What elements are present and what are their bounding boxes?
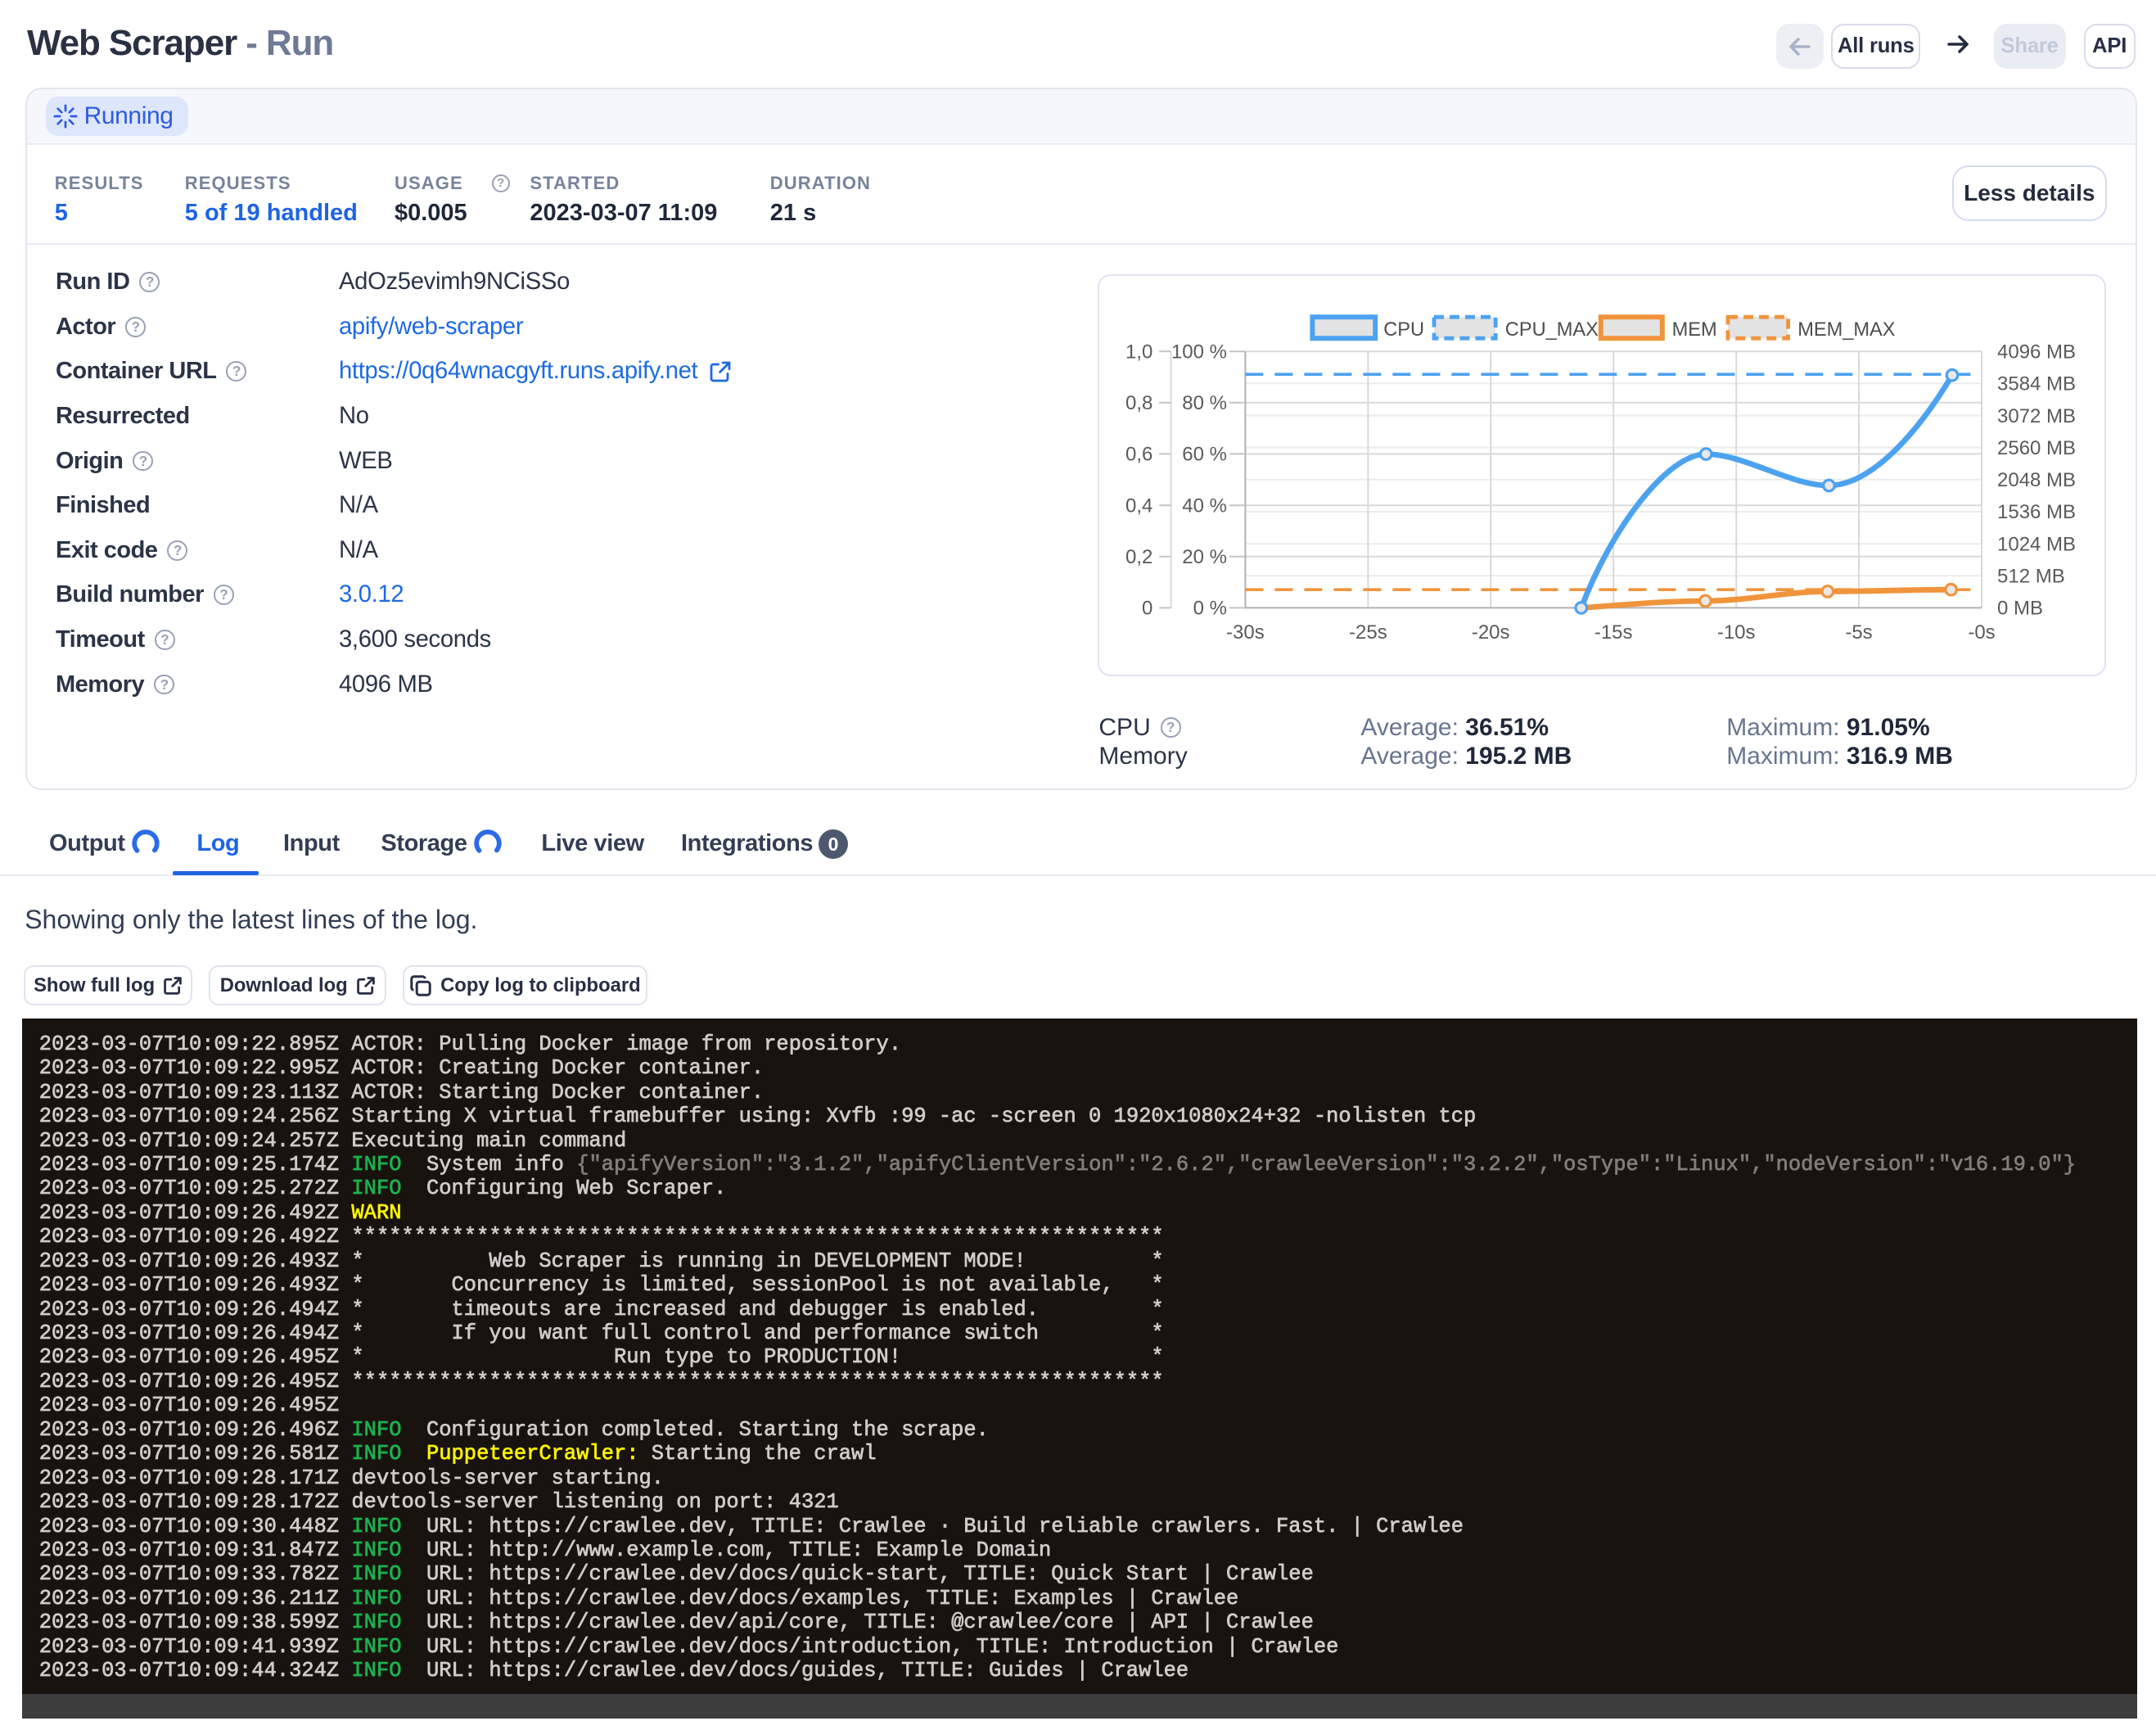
svg-text:MEM_MAX: MEM_MAX	[1797, 319, 1896, 341]
svg-text:1024 MB: 1024 MB	[1997, 534, 2076, 556]
svg-text:0,8: 0,8	[1125, 392, 1152, 414]
svg-text:MEM: MEM	[1672, 319, 1717, 341]
svg-text:-15s: -15s	[1594, 621, 1633, 644]
svg-text:4096 MB: 4096 MB	[1997, 341, 2076, 364]
svg-text:1536 MB: 1536 MB	[1997, 501, 2076, 523]
svg-text:0 %: 0 %	[1193, 598, 1227, 620]
svg-text:40 %: 40 %	[1182, 495, 1227, 517]
svg-text:3584 MB: 3584 MB	[1997, 373, 2076, 395]
svg-text:3072 MB: 3072 MB	[1997, 405, 2076, 427]
svg-text:0,4: 0,4	[1125, 495, 1152, 517]
svg-text:-10s: -10s	[1717, 621, 1756, 644]
svg-text:-20s: -20s	[1472, 621, 1510, 644]
svg-text:CPU: CPU	[1383, 319, 1424, 341]
svg-text:80 %: 80 %	[1182, 392, 1227, 414]
svg-text:0,2: 0,2	[1125, 546, 1152, 568]
svg-text:1,0: 1,0	[1125, 341, 1152, 364]
svg-text:0: 0	[1142, 598, 1152, 620]
svg-text:-0s: -0s	[1968, 621, 1995, 644]
svg-text:-5s: -5s	[1845, 621, 1872, 644]
svg-text:20 %: 20 %	[1182, 546, 1227, 568]
svg-text:0,6: 0,6	[1125, 444, 1152, 466]
svg-text:512 MB: 512 MB	[1997, 566, 2065, 588]
svg-text:60 %: 60 %	[1182, 444, 1227, 466]
svg-text:100 %: 100 %	[1171, 341, 1227, 364]
svg-text:2048 MB: 2048 MB	[1997, 469, 2076, 491]
svg-text:CPU_MAX: CPU_MAX	[1505, 319, 1599, 341]
svg-text:2560 MB: 2560 MB	[1997, 437, 2076, 459]
svg-text:-30s: -30s	[1226, 621, 1265, 644]
svg-text:0 MB: 0 MB	[1997, 598, 2043, 620]
svg-text:-25s: -25s	[1349, 621, 1387, 644]
